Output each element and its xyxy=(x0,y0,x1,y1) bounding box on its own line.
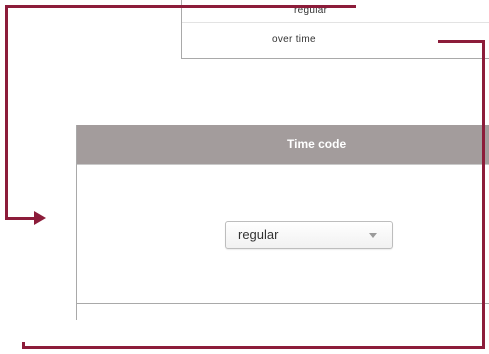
panel-title: Time code xyxy=(287,137,347,151)
connector-overtime-end xyxy=(22,342,25,349)
time-code-select[interactable]: regular xyxy=(225,221,393,249)
option-over-time[interactable]: over time xyxy=(272,27,316,53)
panel-header: Time code xyxy=(77,125,489,164)
option-divider xyxy=(182,22,489,23)
chevron-down-icon xyxy=(369,233,377,238)
connector-regular-horizontal-bottom xyxy=(5,217,34,220)
connector-regular-vertical xyxy=(5,5,8,220)
select-value: regular xyxy=(238,227,279,242)
screenshot-canvas: regular over time Time code regular xyxy=(0,0,489,354)
connector-overtime-vertical xyxy=(482,40,485,349)
time-code-dropdown-list: regular over time xyxy=(181,0,489,59)
option-regular[interactable]: regular xyxy=(294,0,327,24)
connector-overtime-horizontal-top xyxy=(438,40,485,43)
connector-overtime-horizontal-bottom xyxy=(22,346,485,349)
arrow-right-icon xyxy=(34,211,46,225)
footer-divider xyxy=(77,303,489,304)
header-divider xyxy=(77,164,489,165)
connector-regular-horizontal-top xyxy=(5,5,356,8)
time-code-panel: Time code regular xyxy=(76,125,489,320)
